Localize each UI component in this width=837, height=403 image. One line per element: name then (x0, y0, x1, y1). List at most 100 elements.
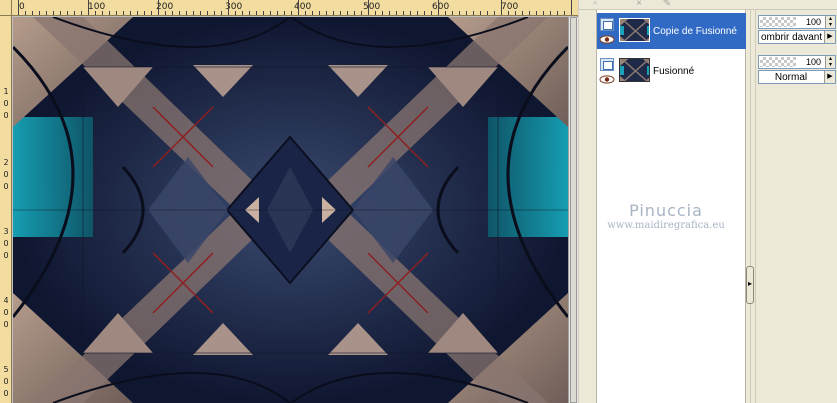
ruler-tick (466, 11, 467, 15)
raster-layer-icon (600, 18, 614, 31)
ruler-tick (151, 11, 152, 15)
ruler-tick (32, 11, 33, 15)
opacity-field[interactable]: 100 ▴ ▾ (758, 15, 836, 29)
ruler-label: 0 (3, 182, 9, 191)
edit-layer-icon[interactable]: ✎ (661, 0, 673, 9)
ruler-tick (88, 0, 89, 15)
ruler-tick (403, 11, 404, 15)
ruler-tick (172, 11, 173, 15)
ruler-tick (529, 11, 530, 15)
ruler-label: 0 (3, 170, 9, 179)
scrollbar-thumb[interactable] (570, 17, 577, 403)
ruler-tick (207, 11, 208, 15)
opacity-field[interactable]: 100 ▴ ▾ (758, 55, 836, 69)
ruler-tick (417, 11, 418, 15)
layer-row-copie-de-fusionne[interactable]: Copie de Fusionné (597, 13, 746, 49)
eye-icon[interactable] (599, 35, 615, 44)
splitter-arrow-icon[interactable]: ▸ (746, 266, 754, 304)
canvas-area[interactable]: 0 100 200 300 400 500 600 700 1 0 0 2 0 … (0, 0, 578, 403)
ruler-tick (179, 11, 180, 15)
ruler-tick (200, 11, 201, 15)
ruler-tick (431, 11, 432, 15)
ruler-tick (382, 11, 383, 15)
horizontal-ruler: 0 100 200 300 400 500 600 700 (12, 0, 578, 16)
ruler-tick (130, 11, 131, 15)
transparency-swatch (760, 17, 796, 27)
ruler-tick (298, 0, 299, 15)
ruler-label: 400 (294, 2, 312, 12)
ruler-tick (340, 11, 341, 15)
canvas-image[interactable] (13, 17, 568, 403)
ruler-tick (109, 11, 110, 15)
ruler-tick (354, 11, 355, 15)
ruler-tick (53, 11, 54, 15)
ruler-tick (235, 11, 236, 15)
layer-row-fusionne[interactable]: Fusionné (597, 53, 746, 89)
spin-arrows-icon[interactable]: ▴ ▾ (825, 16, 835, 28)
ruler-tick (81, 11, 82, 15)
ruler-tick (564, 11, 565, 15)
ruler-tick (74, 11, 75, 15)
ruler-tick (39, 11, 40, 15)
ruler-tick (333, 11, 334, 15)
ruler-tick (249, 11, 250, 15)
ruler-label: 0 (3, 99, 9, 108)
blend-mode-select[interactable]: ombrir davant ▶ (758, 30, 836, 44)
ruler-tick (396, 11, 397, 15)
ruler-tick (186, 11, 187, 15)
blend-mode-value: ombrir davant (761, 32, 823, 43)
ruler-tick (305, 11, 306, 15)
layer-thumbnail (619, 58, 650, 82)
ruler-tick (368, 0, 369, 15)
ruler-label: 0 (3, 308, 9, 317)
ruler-tick (571, 0, 572, 15)
vertical-ruler: 1 0 0 2 0 0 3 0 0 4 0 0 5 0 0 (0, 16, 12, 403)
spin-arrows-icon[interactable]: ▴ ▾ (825, 56, 835, 68)
ruler-label: 0 (3, 111, 9, 120)
ruler-label: 500 (363, 2, 381, 12)
ruler-tick (326, 11, 327, 15)
ruler-tick (557, 11, 558, 15)
ruler-tick (508, 11, 509, 15)
dropdown-arrow-icon[interactable]: ▶ (824, 71, 835, 83)
ruler-label: 0 (3, 251, 9, 260)
ruler-tick (123, 11, 124, 15)
ruler-label: 3 (3, 227, 9, 236)
ruler-tick (494, 11, 495, 15)
ruler-label: 0 (3, 239, 9, 248)
ruler-tick (95, 11, 96, 15)
layer-properties: 100 ▴ ▾ ombrir davant ▶ 100 ▴ ▾ Normal ▶ (755, 10, 837, 403)
opacity-value: 100 (805, 57, 821, 67)
ruler-label: 0 (3, 389, 9, 398)
eye-icon[interactable] (599, 75, 615, 84)
ruler-tick (522, 11, 523, 15)
ruler-tick (550, 11, 551, 15)
ruler-tick (284, 11, 285, 15)
ruler-tick (137, 11, 138, 15)
ruler-tick (445, 11, 446, 15)
transparency-swatch (760, 57, 796, 67)
blend-mode-select[interactable]: Normal ▶ (758, 70, 836, 84)
ruler-label: 1 (3, 87, 9, 96)
vertical-scrollbar[interactable] (568, 17, 578, 403)
ruler-label: 0 (19, 2, 25, 12)
ruler-tick (375, 11, 376, 15)
ruler-label: 0 (3, 377, 9, 386)
ruler-tick (193, 11, 194, 15)
ruler-tick (270, 11, 271, 15)
ruler-tick (515, 11, 516, 15)
ruler-tick (480, 11, 481, 15)
ruler-tick (361, 11, 362, 15)
dropdown-arrow-icon[interactable]: ▶ (824, 31, 835, 43)
ruler-tick (277, 11, 278, 15)
ruler-tick (46, 11, 47, 15)
ruler-tick (347, 11, 348, 15)
ruler-tick (459, 11, 460, 15)
delete-layer-icon[interactable]: × (633, 0, 645, 9)
ruler-tick (291, 11, 292, 15)
panel-divider (750, 10, 751, 403)
ruler-label: 4 (3, 296, 9, 305)
ruler-corner (0, 0, 12, 16)
ruler-tick (543, 11, 544, 15)
new-layer-icon[interactable]: ▫ (589, 0, 601, 9)
